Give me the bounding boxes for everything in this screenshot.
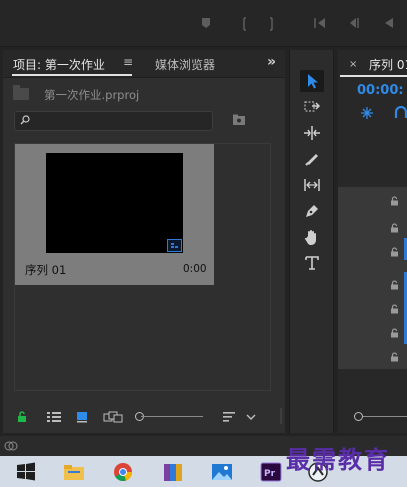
- pen-tool-icon: [306, 205, 318, 217]
- ripple-edit-tool-icon: [304, 126, 320, 140]
- project-tab-bar: 项目: 第一次作业 ≡ 媒体浏览器 »: [3, 50, 285, 78]
- photos-icon[interactable]: [211, 462, 233, 482]
- type-tool-icon: [305, 256, 319, 270]
- clip-name: 序列 01: [25, 263, 67, 277]
- timeline-zoom-track[interactable]: [363, 416, 407, 417]
- snap-icon[interactable]: [360, 106, 374, 120]
- list-view-icon[interactable]: [46, 411, 62, 423]
- sequence-clip-item[interactable]: 序列 01 0:00: [15, 144, 214, 285]
- track-lock-icon[interactable]: [390, 328, 399, 338]
- project-panel: 项目: 第一次作业 ≡ 媒体浏览器 » 第一次作业.prproj 序列 01 0…: [3, 50, 285, 433]
- more-tabs-icon[interactable]: »: [267, 54, 276, 70]
- lock-icon[interactable]: [17, 411, 27, 423]
- track-lock-icon[interactable]: [390, 352, 399, 362]
- track-lock-icon[interactable]: [390, 247, 399, 257]
- windows-start-icon[interactable]: [15, 462, 37, 482]
- panel-menu-icon[interactable]: ≡: [123, 55, 133, 69]
- search-input[interactable]: [37, 114, 207, 128]
- freeform-view-icon[interactable]: [103, 411, 123, 423]
- panel-scrollbar[interactable]: [280, 408, 282, 424]
- hand-tool-icon: [304, 230, 316, 245]
- chrome-icon[interactable]: [112, 462, 134, 482]
- marker-icon[interactable]: [199, 17, 213, 31]
- project-file-name: 第一次作业.prproj: [44, 88, 140, 102]
- ripple-edit-tool[interactable]: [300, 122, 324, 144]
- chevron-down-icon[interactable]: [246, 411, 256, 423]
- active-tab-indicator: [12, 74, 132, 76]
- track-lock-icon[interactable]: [390, 280, 399, 290]
- timeline-zoom-handle[interactable]: [354, 412, 363, 421]
- slip-tool[interactable]: [300, 174, 324, 196]
- track-lock-icon[interactable]: [390, 196, 399, 206]
- premiere-icon[interactable]: Pr: [260, 462, 282, 482]
- search-box[interactable]: [14, 111, 213, 131]
- hand-tool[interactable]: [300, 226, 324, 248]
- razor-tool-icon: [305, 154, 318, 166]
- mark-in-icon[interactable]: [236, 17, 250, 31]
- mark-out-icon[interactable]: [266, 17, 280, 31]
- archive-icon[interactable]: [162, 462, 184, 482]
- linked-selection-icon[interactable]: [394, 106, 407, 120]
- icon-view-icon[interactable]: [76, 411, 88, 423]
- new-search-bin-icon[interactable]: [232, 114, 246, 126]
- track-select-tool-icon: [304, 101, 321, 112]
- track-lock-icon[interactable]: [390, 223, 399, 233]
- step-back-icon[interactable]: [347, 17, 361, 31]
- track-area[interactable]: [338, 187, 407, 369]
- slip-tool-icon: [304, 179, 320, 191]
- timecode-display[interactable]: 00:00:: [357, 83, 404, 98]
- sequence-icon: [167, 239, 182, 252]
- tools-panel: [289, 50, 334, 433]
- active-tab-indicator: [340, 75, 407, 77]
- timeline-panel: × 序列 01 00:00:: [338, 50, 407, 433]
- pen-tool[interactable]: [300, 200, 324, 222]
- search-icon: [20, 115, 30, 125]
- track-select-tool[interactable]: [300, 96, 324, 118]
- clip-duration: 0:00: [183, 263, 207, 275]
- tab-media-browser[interactable]: 媒体浏览器: [155, 56, 215, 73]
- transport-bar: [0, 0, 407, 47]
- go-to-in-icon[interactable]: [313, 17, 327, 31]
- type-tool[interactable]: [300, 252, 324, 274]
- status-icon: [4, 441, 18, 451]
- file-explorer-icon[interactable]: [63, 462, 85, 482]
- track-lock-icon[interactable]: [390, 304, 399, 314]
- tab-project[interactable]: 项目: 第一次作业: [13, 56, 105, 73]
- sort-icon[interactable]: [222, 411, 236, 423]
- tab-sequence[interactable]: 序列 01: [369, 56, 407, 73]
- razor-tool[interactable]: [300, 148, 324, 170]
- svg-text:Pr: Pr: [264, 469, 276, 479]
- play-icon[interactable]: [382, 17, 396, 31]
- clip-thumbnail: [46, 153, 183, 253]
- close-tab-icon[interactable]: ×: [349, 59, 357, 70]
- zoom-slider-track[interactable]: [141, 416, 203, 417]
- selection-tool-icon: [308, 74, 318, 89]
- project-folder-icon: [13, 85, 29, 100]
- selection-tool[interactable]: [300, 70, 324, 92]
- watermark-logo: 最需教育: [286, 445, 390, 474]
